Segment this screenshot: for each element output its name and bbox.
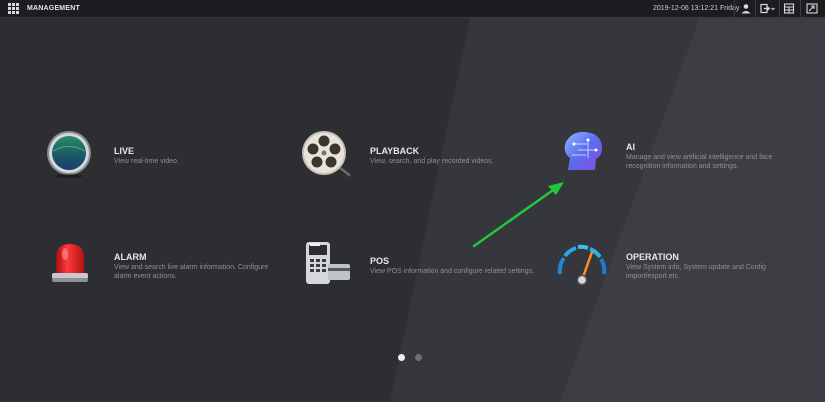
exit-fullscreen-icon[interactable] [806, 3, 818, 14]
live-icon [47, 131, 91, 178]
tile-description: View and search live alarm information. … [114, 264, 269, 280]
alarm-light-icon [52, 244, 88, 282]
tile-description: Manage and view artificial intelligence … [626, 154, 773, 170]
film-reel-icon [302, 131, 351, 177]
background [0, 0, 825, 402]
tile-description: View real-time video. [114, 158, 179, 165]
tile-title: LIVE [114, 146, 135, 156]
ai-brain-icon [564, 131, 602, 170]
tile-title: POS [370, 256, 390, 266]
datetime-display: 2019-12-06 13:12:21 Friday [653, 5, 740, 12]
divider [734, 0, 735, 17]
tile-title: OPERATION [626, 252, 679, 262]
top-bar: MANAGEMENT 2019-12-06 13:12:21 Friday [0, 0, 825, 18]
annotation-arrow-icon [472, 182, 564, 248]
tile-description: View System info, System update and Conf… [626, 264, 766, 280]
pos-terminal-icon [306, 242, 350, 284]
tile-title: PLAYBACK [370, 146, 420, 156]
user-icon[interactable] [740, 3, 752, 14]
page-title: MANAGEMENT [27, 5, 80, 12]
tile-title: ALARM [114, 252, 147, 262]
tile-title: AI [626, 142, 635, 152]
layout-icon[interactable] [783, 3, 795, 14]
page-dot-2[interactable] [415, 354, 422, 361]
logout-icon[interactable] [760, 3, 776, 14]
divider [800, 0, 801, 17]
tile-description: View POS information and configure relat… [370, 268, 535, 275]
divider [755, 0, 756, 17]
page-dot-1[interactable] [398, 354, 405, 361]
grid-menu-icon[interactable] [8, 3, 19, 14]
divider [779, 0, 780, 17]
tile-description: View, search, and play recorded videos. [370, 158, 494, 165]
